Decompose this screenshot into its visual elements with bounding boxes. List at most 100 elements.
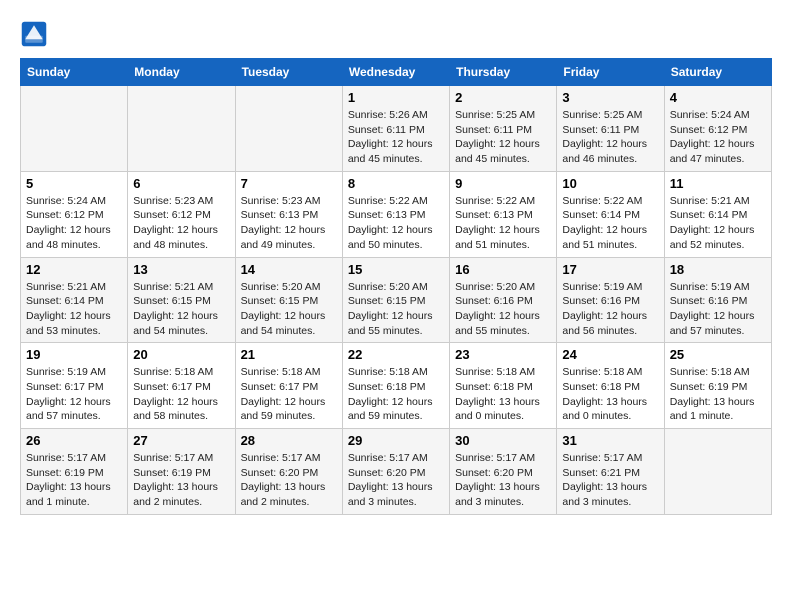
weekday-header: Saturday: [664, 59, 771, 86]
day-number: 7: [241, 176, 337, 191]
day-info: Sunrise: 5:18 AM Sunset: 6:18 PM Dayligh…: [562, 365, 658, 424]
day-info: Sunrise: 5:23 AM Sunset: 6:12 PM Dayligh…: [133, 194, 229, 253]
day-info: Sunrise: 5:22 AM Sunset: 6:13 PM Dayligh…: [455, 194, 551, 253]
day-info: Sunrise: 5:20 AM Sunset: 6:15 PM Dayligh…: [348, 280, 444, 339]
weekday-header: Tuesday: [235, 59, 342, 86]
day-number: 14: [241, 262, 337, 277]
calendar-cell: [664, 429, 771, 515]
day-number: 8: [348, 176, 444, 191]
day-info: Sunrise: 5:25 AM Sunset: 6:11 PM Dayligh…: [455, 108, 551, 167]
calendar-cell: 28Sunrise: 5:17 AM Sunset: 6:20 PM Dayli…: [235, 429, 342, 515]
day-info: Sunrise: 5:19 AM Sunset: 6:17 PM Dayligh…: [26, 365, 122, 424]
day-info: Sunrise: 5:20 AM Sunset: 6:15 PM Dayligh…: [241, 280, 337, 339]
calendar-cell: 18 Sunrise: 5:19 AM Sunset: 6:16 PM Dayli…: [664, 257, 771, 343]
calendar-cell: 1 Sunrise: 5:26 AM Sunset: 6:11 PM Daylig…: [342, 86, 449, 172]
day-info: Sunrise: 5:21 AM Sunset: 6:14 PM Dayligh…: [670, 194, 766, 253]
day-number: 19: [26, 347, 122, 362]
calendar-cell: 31Sunrise: 5:17 AM Sunset: 6:21 PM Dayli…: [557, 429, 664, 515]
day-info: Sunrise: 5:26 AM Sunset: 6:11 PM Dayligh…: [348, 108, 444, 167]
day-number: 3: [562, 90, 658, 105]
day-number: 30: [455, 433, 551, 448]
day-info: Sunrise: 5:20 AM Sunset: 6:16 PM Dayligh…: [455, 280, 551, 339]
day-info: Sunrise: 5:17 AM Sunset: 6:19 PM Dayligh…: [26, 451, 122, 510]
calendar-cell: 2 Sunrise: 5:25 AM Sunset: 6:11 PM Daylig…: [450, 86, 557, 172]
calendar-cell: 20 Sunrise: 5:18 AM Sunset: 6:17 PM Dayli…: [128, 343, 235, 429]
day-number: 15: [348, 262, 444, 277]
calendar-cell: 29 Sunrise: 5:17 AM Sunset: 6:20 PM Dayli…: [342, 429, 449, 515]
day-number: 28: [241, 433, 337, 448]
calendar-cell: 4 Sunrise: 5:24 AM Sunset: 6:12 PM Daylig…: [664, 86, 771, 172]
day-info: Sunrise: 5:24 AM Sunset: 6:12 PM Dayligh…: [26, 194, 122, 253]
calendar-cell: 27Sunrise: 5:17 AM Sunset: 6:19 PM Dayli…: [128, 429, 235, 515]
day-info: Sunrise: 5:18 AM Sunset: 6:18 PM Dayligh…: [455, 365, 551, 424]
weekday-row: SundayMondayTuesdayWednesdayThursdayFrid…: [21, 59, 772, 86]
day-number: 13: [133, 262, 229, 277]
calendar-cell: 16 Sunrise: 5:20 AM Sunset: 6:16 PM Dayli…: [450, 257, 557, 343]
day-number: 6: [133, 176, 229, 191]
calendar-cell: 13 Sunrise: 5:21 AM Sunset: 6:15 PM Dayli…: [128, 257, 235, 343]
calendar-cell: 30 Sunrise: 5:17 AM Sunset: 6:20 PM Dayli…: [450, 429, 557, 515]
day-number: 17: [562, 262, 658, 277]
page-header: [20, 20, 772, 48]
day-number: 24: [562, 347, 658, 362]
day-number: 5: [26, 176, 122, 191]
day-number: 20: [133, 347, 229, 362]
calendar-cell: 25 Sunrise: 5:18 AM Sunset: 6:19 PM Dayli…: [664, 343, 771, 429]
day-info: Sunrise: 5:24 AM Sunset: 6:12 PM Dayligh…: [670, 108, 766, 167]
calendar-cell: 14 Sunrise: 5:20 AM Sunset: 6:15 PM Dayli…: [235, 257, 342, 343]
day-info: Sunrise: 5:18 AM Sunset: 6:18 PM Dayligh…: [348, 365, 444, 424]
day-number: 18: [670, 262, 766, 277]
day-info: Sunrise: 5:22 AM Sunset: 6:14 PM Dayligh…: [562, 194, 658, 253]
logo-icon: [20, 20, 48, 48]
calendar-week-row: 1 Sunrise: 5:26 AM Sunset: 6:11 PM Daylig…: [21, 86, 772, 172]
day-number: 1: [348, 90, 444, 105]
day-number: 29: [348, 433, 444, 448]
day-number: 9: [455, 176, 551, 191]
day-info: Sunrise: 5:17 AM Sunset: 6:20 PM Dayligh…: [348, 451, 444, 510]
calendar-week-row: 19 Sunrise: 5:19 AM Sunset: 6:17 PM Dayli…: [21, 343, 772, 429]
calendar-cell: 19 Sunrise: 5:19 AM Sunset: 6:17 PM Dayli…: [21, 343, 128, 429]
day-number: 23: [455, 347, 551, 362]
day-number: 31: [562, 433, 658, 448]
day-info: Sunrise: 5:23 AM Sunset: 6:13 PM Dayligh…: [241, 194, 337, 253]
day-number: 21: [241, 347, 337, 362]
day-number: 10: [562, 176, 658, 191]
calendar-cell: 9 Sunrise: 5:22 AM Sunset: 6:13 PM Daylig…: [450, 171, 557, 257]
day-info: Sunrise: 5:18 AM Sunset: 6:17 PM Dayligh…: [241, 365, 337, 424]
day-number: 4: [670, 90, 766, 105]
day-info: Sunrise: 5:25 AM Sunset: 6:11 PM Dayligh…: [562, 108, 658, 167]
calendar-cell: 24 Sunrise: 5:18 AM Sunset: 6:18 PM Dayli…: [557, 343, 664, 429]
calendar-cell: 7 Sunrise: 5:23 AM Sunset: 6:13 PM Daylig…: [235, 171, 342, 257]
day-number: 22: [348, 347, 444, 362]
day-info: Sunrise: 5:18 AM Sunset: 6:19 PM Dayligh…: [670, 365, 766, 424]
day-number: 2: [455, 90, 551, 105]
calendar-cell: 6 Sunrise: 5:23 AM Sunset: 6:12 PM Daylig…: [128, 171, 235, 257]
calendar-week-row: 5 Sunrise: 5:24 AM Sunset: 6:12 PM Daylig…: [21, 171, 772, 257]
calendar-cell: 5 Sunrise: 5:24 AM Sunset: 6:12 PM Daylig…: [21, 171, 128, 257]
day-number: 25: [670, 347, 766, 362]
calendar-cell: 17Sunrise: 5:19 AM Sunset: 6:16 PM Dayli…: [557, 257, 664, 343]
day-info: Sunrise: 5:18 AM Sunset: 6:17 PM Dayligh…: [133, 365, 229, 424]
weekday-header: Wednesday: [342, 59, 449, 86]
calendar-cell: [21, 86, 128, 172]
calendar-cell: 22 Sunrise: 5:18 AM Sunset: 6:18 PM Dayli…: [342, 343, 449, 429]
day-info: Sunrise: 5:21 AM Sunset: 6:15 PM Dayligh…: [133, 280, 229, 339]
day-info: Sunrise: 5:22 AM Sunset: 6:13 PM Dayligh…: [348, 194, 444, 253]
calendar-body: 1 Sunrise: 5:26 AM Sunset: 6:11 PM Daylig…: [21, 86, 772, 515]
calendar-cell: 23 Sunrise: 5:18 AM Sunset: 6:18 PM Dayli…: [450, 343, 557, 429]
calendar-cell: 12Sunrise: 5:21 AM Sunset: 6:14 PM Dayli…: [21, 257, 128, 343]
day-info: Sunrise: 5:17 AM Sunset: 6:20 PM Dayligh…: [455, 451, 551, 510]
day-info: Sunrise: 5:19 AM Sunset: 6:16 PM Dayligh…: [670, 280, 766, 339]
weekday-header: Friday: [557, 59, 664, 86]
calendar-table: SundayMondayTuesdayWednesdayThursdayFrid…: [20, 58, 772, 515]
calendar-cell: 3 Sunrise: 5:25 AM Sunset: 6:11 PM Daylig…: [557, 86, 664, 172]
weekday-header: Sunday: [21, 59, 128, 86]
calendar-cell: 26 Sunrise: 5:17 AM Sunset: 6:19 PM Dayli…: [21, 429, 128, 515]
day-number: 16: [455, 262, 551, 277]
calendar-cell: [128, 86, 235, 172]
day-number: 26: [26, 433, 122, 448]
day-number: 11: [670, 176, 766, 191]
calendar-cell: 21 Sunrise: 5:18 AM Sunset: 6:17 PM Dayli…: [235, 343, 342, 429]
calendar-cell: [235, 86, 342, 172]
calendar-week-row: 12Sunrise: 5:21 AM Sunset: 6:14 PM Dayli…: [21, 257, 772, 343]
